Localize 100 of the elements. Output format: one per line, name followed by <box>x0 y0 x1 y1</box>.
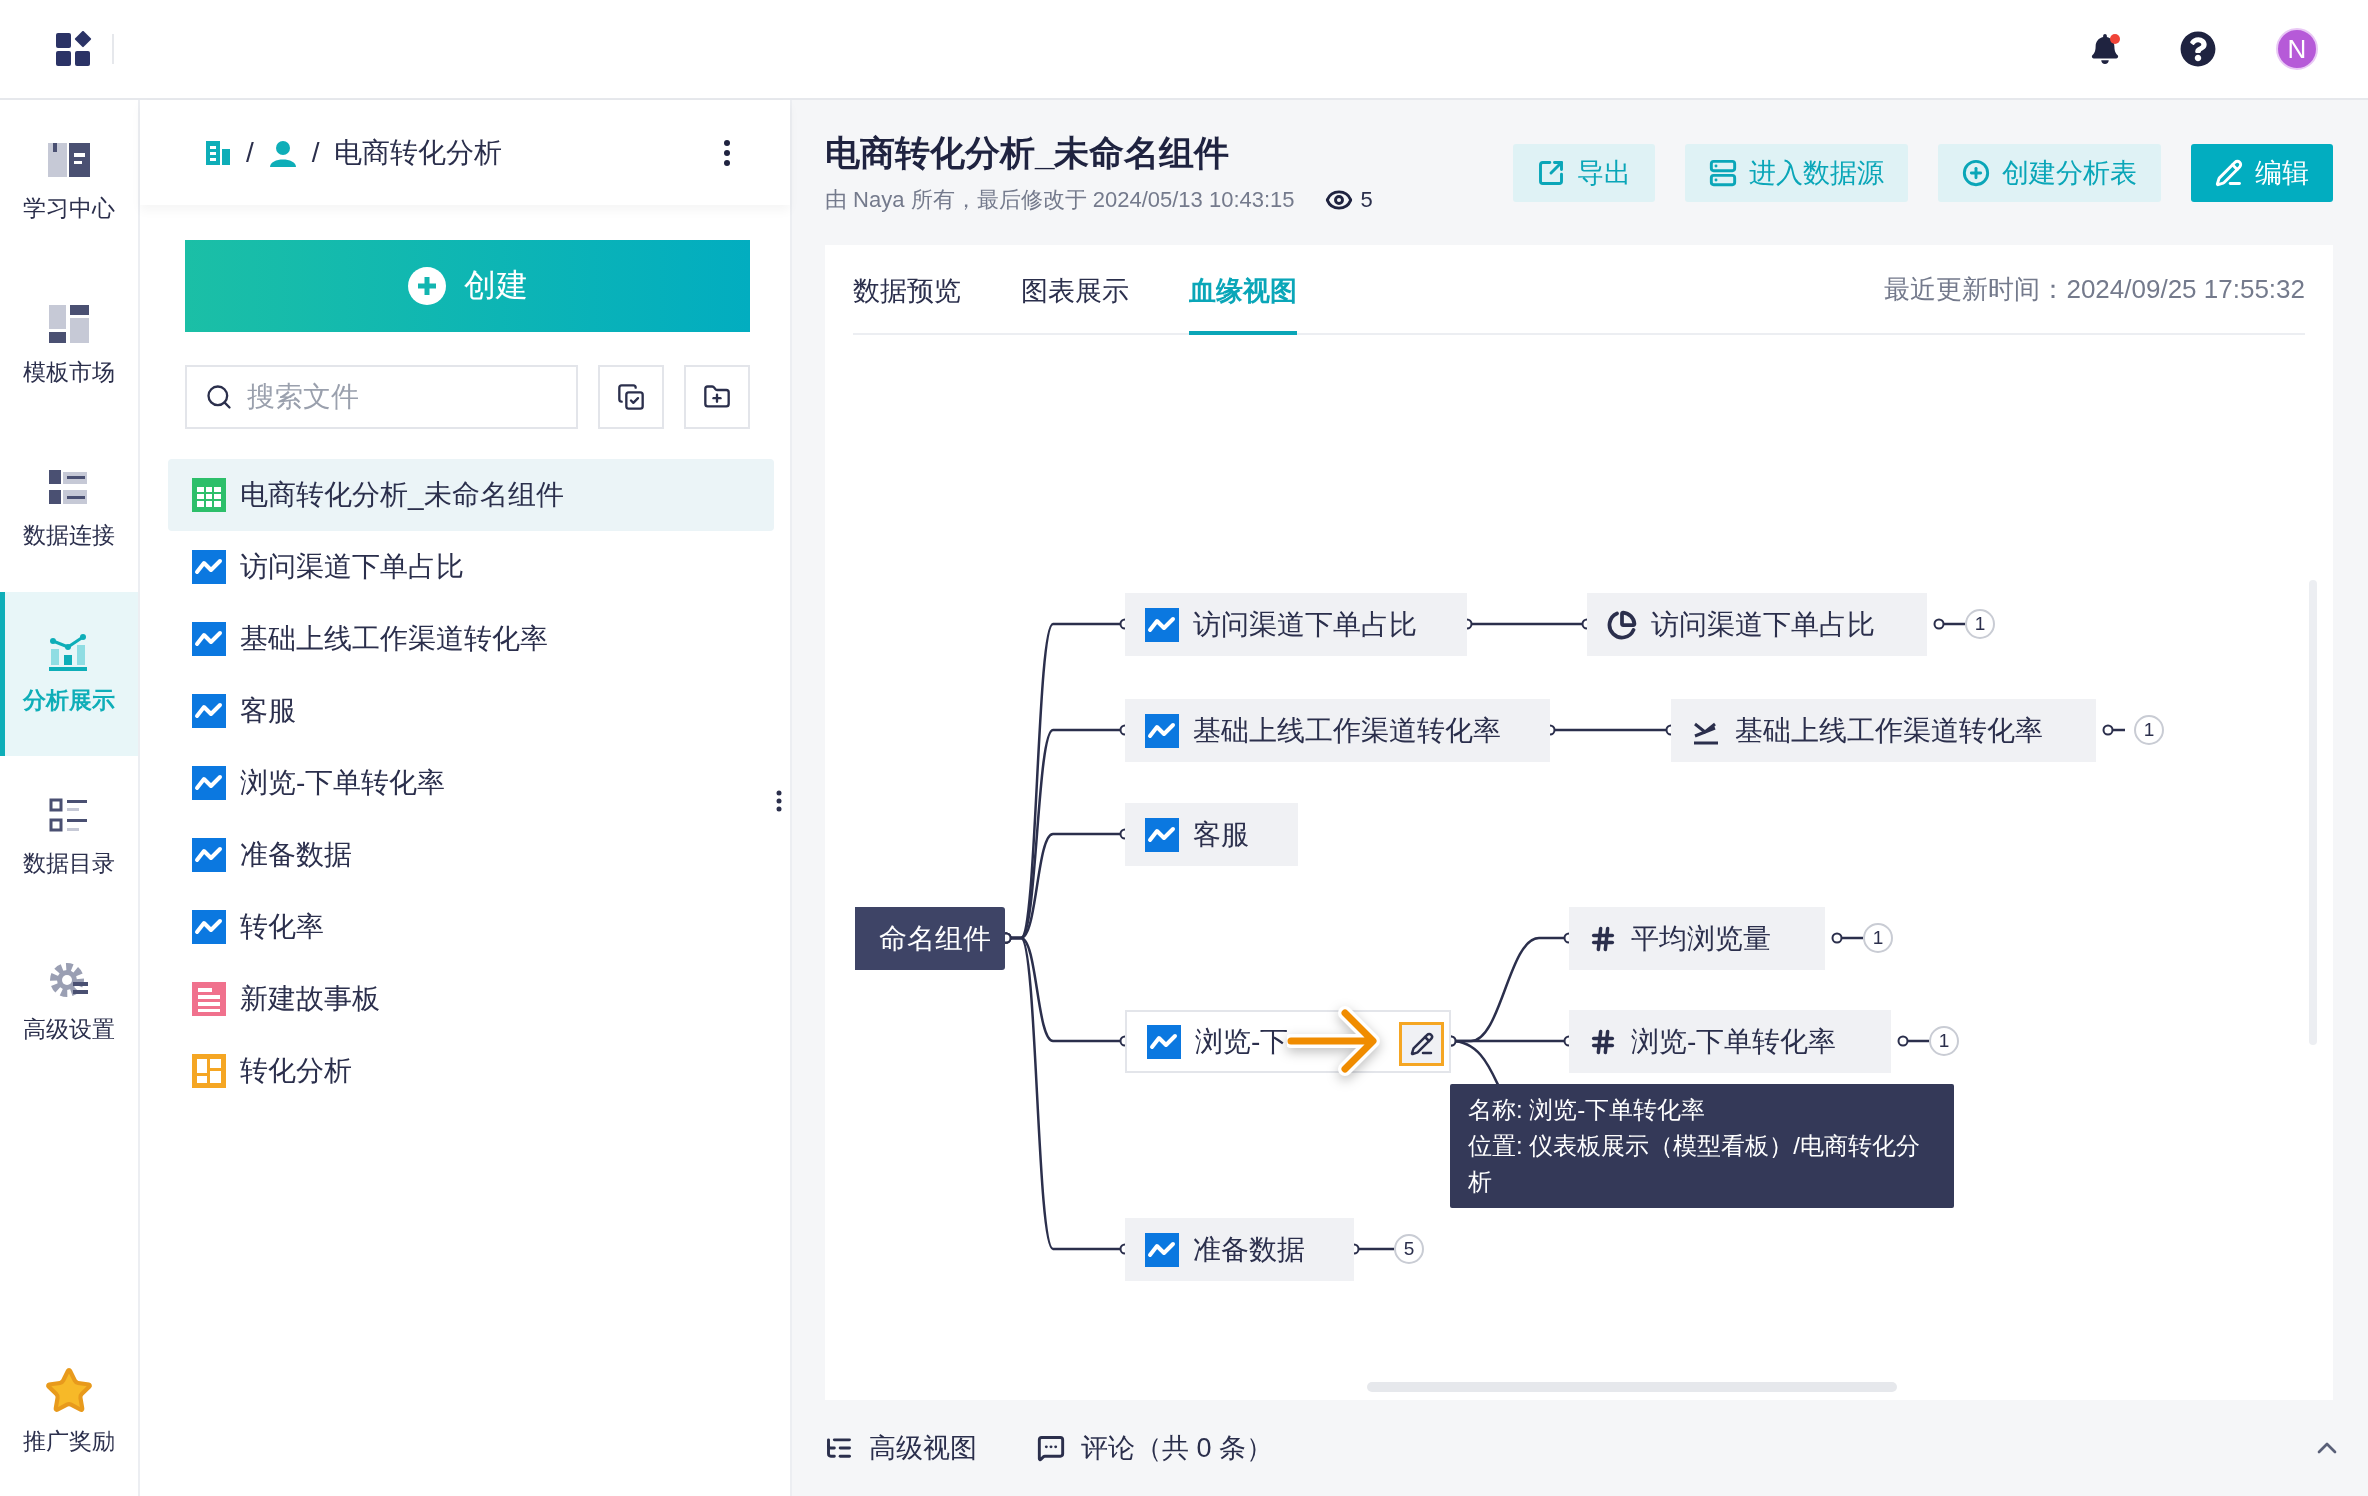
file-item[interactable]: 客服 <box>168 675 774 747</box>
file-item[interactable]: 转化率 <box>168 891 774 963</box>
line-chart-icon <box>1145 607 1179 642</box>
connector-line <box>1831 932 1863 944</box>
file-item[interactable]: 电商转化分析_未命名组件 <box>168 459 774 531</box>
lineage-node[interactable]: 浏览-下单转化率 <box>1569 1010 1891 1073</box>
user-icon[interactable] <box>267 138 298 167</box>
pencil-icon <box>1409 1032 1434 1056</box>
tooltip-line: 名称: 浏览-下单转化率 <box>1468 1095 1707 1125</box>
nav-label: 模板市场 <box>23 357 115 387</box>
count-badge: 5 <box>1394 1234 1424 1264</box>
plus-icon <box>1962 158 1990 187</box>
bell-icon[interactable] <box>2090 34 2120 64</box>
lineage-node[interactable]: 基础上线工作渠道转化率 <box>1125 699 1550 762</box>
tab[interactable]: 图表展示 <box>1021 245 1129 335</box>
search-icon <box>205 383 233 411</box>
document-icon <box>192 982 226 1016</box>
layout-icon <box>49 304 89 343</box>
nav-label[interactable]: 推广奖励 <box>23 1426 115 1457</box>
lineage-node[interactable]: 客服 <box>1125 803 1298 866</box>
count-badge: 1 <box>2134 715 2164 745</box>
line-chart-icon <box>192 766 226 800</box>
file-item[interactable]: 浏览-下单转化率 <box>168 747 774 819</box>
owner-info: 由 Naya 所有，最后修改于 2024/05/13 10:43:15 <box>825 186 1295 214</box>
line-chart-icon <box>192 910 226 944</box>
search-field[interactable]: 搜索文件 <box>185 365 578 429</box>
hash-icon <box>1589 924 1617 953</box>
file-name: 浏览-下单转化率 <box>240 766 446 800</box>
count-badge: 1 <box>1929 1026 1959 1056</box>
nav-item[interactable]: 数据连接 <box>0 428 138 592</box>
checkbox-icon <box>617 383 645 411</box>
lineage-node[interactable]: 访问渠道下单占比 <box>1587 593 1927 656</box>
nav-item[interactable]: 模板市场 <box>0 264 138 428</box>
line-chart-icon <box>192 694 226 728</box>
line-chart-icon <box>1147 1024 1181 1059</box>
file-name: 客服 <box>240 694 296 728</box>
nav-label: 高级设置 <box>23 1014 115 1044</box>
update-time: 最近更新时间：2024/09/25 17:55:32 <box>1884 272 2305 306</box>
batch-select-button[interactable] <box>598 365 664 429</box>
horizontal-scrollbar[interactable] <box>1367 1382 1897 1392</box>
view-count: 5 <box>1324 186 1373 214</box>
hash-icon <box>1589 1027 1617 1056</box>
table-icon <box>192 478 226 512</box>
plus-icon <box>407 267 446 305</box>
footer-tab[interactable]: 高级视图 <box>825 1430 977 1466</box>
line-chart-icon <box>1145 817 1179 852</box>
file-name: 基础上线工作渠道转化率 <box>240 622 548 656</box>
file-item[interactable]: 转化分析 <box>168 1035 774 1107</box>
lineage-node[interactable]: 基础上线工作渠道转化率 <box>1671 699 2096 762</box>
file-name: 准备数据 <box>240 838 352 872</box>
footer-tab[interactable]: 评论（共 0 条） <box>1037 1430 1274 1466</box>
page-title: 电商转化分析_未命名组件 <box>825 132 1231 174</box>
root-node[interactable]: 命名组件 <box>855 907 1005 970</box>
tab[interactable]: 数据预览 <box>853 245 961 335</box>
lineage-node[interactable]: 平均浏览量 <box>1569 907 1825 970</box>
lineage-node[interactable]: 访问渠道下单占比 <box>1125 593 1467 656</box>
line-chart-icon <box>1145 713 1179 748</box>
nav-label: 分析展示 <box>23 685 115 715</box>
list-icon <box>49 797 89 834</box>
new-folder-button[interactable] <box>684 365 750 429</box>
help-icon[interactable] <box>2180 31 2216 67</box>
pie-chart-icon <box>1607 609 1637 640</box>
resize-handle-icon[interactable] <box>776 790 782 812</box>
line-chart-icon <box>192 550 226 584</box>
file-item[interactable]: 新建故事板 <box>168 963 774 1035</box>
book-icon <box>48 140 90 179</box>
bar-chart-icon <box>49 632 89 671</box>
edit-node-button[interactable] <box>1399 1022 1444 1066</box>
server-icon <box>1709 158 1737 187</box>
line-chart-icon <box>1145 1232 1179 1267</box>
line-chart-icon <box>192 622 226 656</box>
dashboard-icon <box>192 1054 226 1088</box>
nav-item[interactable]: 高级设置 <box>0 920 138 1084</box>
lineage-node[interactable]: 准备数据 <box>1125 1218 1354 1281</box>
file-item[interactable]: 基础上线工作渠道转化率 <box>168 603 774 675</box>
tooltip-line: 位置: 仪表板展示（模型看板）/电商转化分析 <box>1468 1131 1921 1197</box>
more-icon[interactable] <box>724 139 730 166</box>
connector-line <box>1897 1035 1929 1047</box>
pencil-icon <box>2215 158 2243 187</box>
breadcrumb-separator: / <box>246 136 254 169</box>
count-badge: 1 <box>1863 923 1893 953</box>
list-icon <box>49 469 89 506</box>
nav-label: 数据连接 <box>23 520 115 550</box>
file-item[interactable]: 访问渠道下单占比 <box>168 531 774 603</box>
count-badge: 1 <box>1965 609 1995 639</box>
file-name: 新建故事板 <box>240 982 380 1016</box>
export-icon <box>1537 158 1565 187</box>
connector-line <box>1933 618 1965 630</box>
breadcrumb-separator: / <box>311 136 320 169</box>
app-grid-icon[interactable] <box>56 31 92 67</box>
nav-label: 学习中心 <box>23 193 115 223</box>
nav-item[interactable]: 数据目录 <box>0 756 138 920</box>
file-name: 转化率 <box>240 910 324 944</box>
nav-label: 数据目录 <box>23 848 115 878</box>
file-item[interactable]: 准备数据 <box>168 819 774 891</box>
user-avatar[interactable]: N <box>2276 28 2318 70</box>
breadcrumb-current: 电商转化分析 <box>333 135 502 170</box>
comment-icon <box>1037 1434 1065 1462</box>
nav-item[interactable]: 学习中心 <box>0 100 138 264</box>
building-icon[interactable] <box>206 138 232 167</box>
